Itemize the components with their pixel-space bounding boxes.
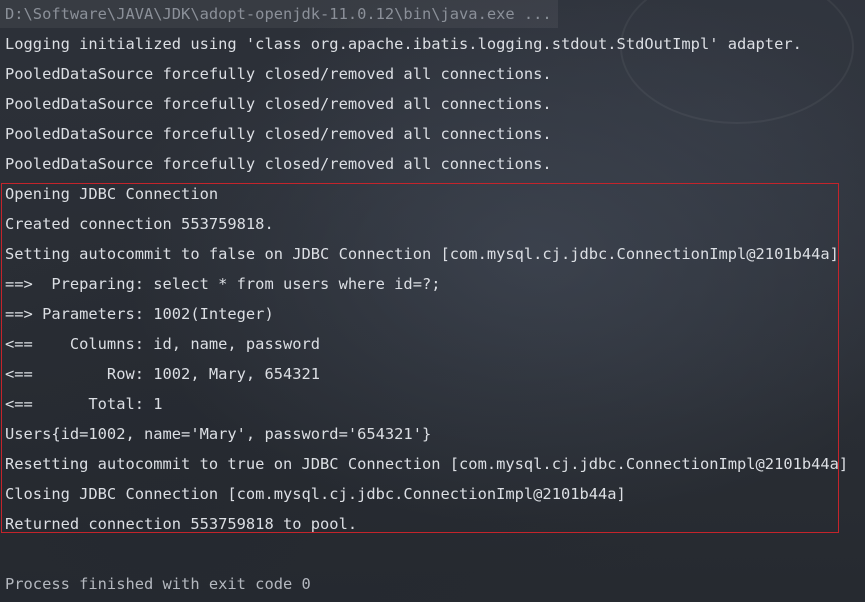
log-line: PooledDataSource forcefully closed/remov… (5, 95, 552, 113)
log-line: Logging initialized using 'class org.apa… (5, 35, 802, 53)
background-decoration (620, 0, 854, 124)
console-output-panel[interactable]: D:\Software\JAVA\JDK\adopt-openjdk-11.0.… (0, 0, 865, 602)
highlight-annotation-box (1, 183, 839, 533)
log-line: PooledDataSource forcefully closed/remov… (5, 65, 552, 83)
log-line: PooledDataSource forcefully closed/remov… (5, 125, 552, 143)
run-command-line[interactable]: D:\Software\JAVA\JDK\adopt-openjdk-11.0.… (0, 0, 558, 28)
process-exit-message: Process finished with exit code 0 (5, 575, 311, 593)
log-line: PooledDataSource forcefully closed/remov… (5, 155, 552, 173)
